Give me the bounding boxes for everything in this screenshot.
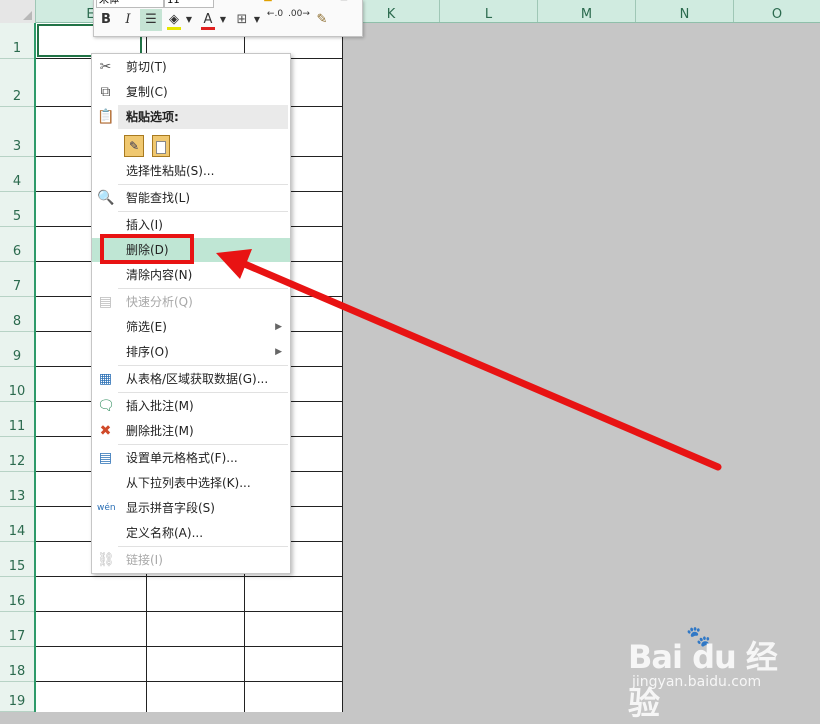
watermark-url: jingyan.baidu.com: [632, 674, 762, 690]
arrow-shaft: [236, 258, 722, 471]
baidu-watermark: 🐾 Bai du 经验 jingyan.baidu.com: [628, 624, 788, 722]
annotation-arrow: [216, 249, 722, 471]
